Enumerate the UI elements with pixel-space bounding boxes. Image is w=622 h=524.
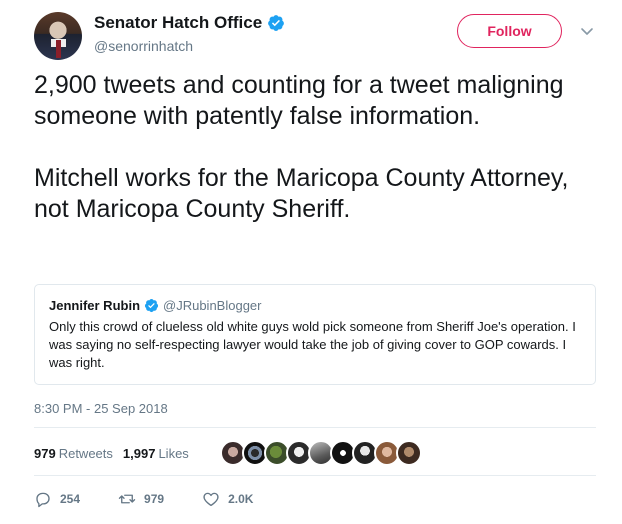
tweet-actions: 254 979 2.0K xyxy=(34,488,291,510)
reply-count: 254 xyxy=(60,492,81,506)
tweet-header: Senator Hatch Office @senorrinhatch Foll… xyxy=(0,0,622,70)
author-handle[interactable]: @senorrinhatch xyxy=(94,38,193,54)
divider xyxy=(34,475,596,476)
retweet-count: 979 xyxy=(144,492,165,506)
quoted-author-handle: @JRubinBlogger xyxy=(163,297,262,313)
retweets-count[interactable]: 979 xyxy=(34,446,56,461)
quoted-tweet-text: Only this crowd of clueless old white gu… xyxy=(49,319,576,370)
liker-avatar[interactable] xyxy=(396,440,422,466)
verified-badge-icon xyxy=(144,298,159,312)
author-name[interactable]: Senator Hatch Office xyxy=(94,13,262,33)
quoted-tweet-header: Jennifer Rubin @JRubinBlogger xyxy=(49,297,262,313)
likes-label[interactable]: Likes xyxy=(158,446,188,461)
reply-icon xyxy=(36,492,50,508)
verified-badge-icon xyxy=(268,15,285,31)
likes-count[interactable]: 1,997 xyxy=(123,446,156,461)
tweet-stats: 979 Retweets 1,997 Likes xyxy=(34,444,189,462)
like-button[interactable]: 2.0K xyxy=(202,490,253,508)
retweet-icon xyxy=(118,494,136,504)
author-avatar[interactable] xyxy=(34,12,82,60)
heart-icon xyxy=(203,492,219,507)
divider xyxy=(34,427,596,428)
liker-avatars xyxy=(220,440,422,466)
retweet-button[interactable]: 979 xyxy=(118,490,164,508)
tweet-text: 2,900 tweets and counting for a tweet ma… xyxy=(34,71,569,223)
quoted-author-name: Jennifer Rubin xyxy=(49,297,141,313)
chevron-down-icon[interactable] xyxy=(580,24,594,38)
avatar-tie xyxy=(56,40,61,58)
retweets-label[interactable]: Retweets xyxy=(59,446,113,461)
author-name-row: Senator Hatch Office xyxy=(94,12,285,34)
reply-button[interactable]: 254 xyxy=(34,490,80,508)
like-count: 2.0K xyxy=(228,492,254,506)
follow-button[interactable]: Follow xyxy=(457,14,562,48)
quoted-tweet[interactable]: Jennifer Rubin @JRubinBlogger Only this … xyxy=(34,284,596,385)
tweet-timestamp[interactable]: 8:30 PM - 25 Sep 2018 xyxy=(34,401,168,416)
